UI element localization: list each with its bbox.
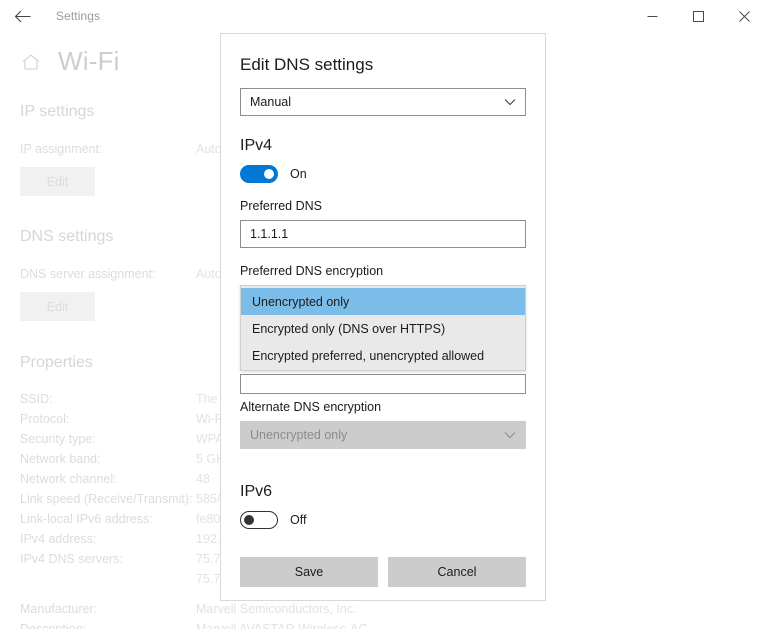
property-key: Network channel: <box>20 469 196 489</box>
ipv6-toggle-label: Off <box>290 513 306 527</box>
arrow-left-icon <box>14 10 31 23</box>
close-button[interactable] <box>721 0 767 32</box>
ipv4-toggle-row: On <box>240 165 526 183</box>
dialog-title: Edit DNS settings <box>240 55 526 75</box>
ipv6-toggle[interactable] <box>240 511 278 529</box>
title-bar: Settings <box>0 0 767 32</box>
home-icon[interactable] <box>18 49 44 75</box>
dns-server-assignment-label: DNS server assignment: <box>20 264 196 284</box>
alternate-dns-encryption-label: Alternate DNS encryption <box>240 400 526 414</box>
dropdown-option-encrypted-preferred[interactable]: Encrypted preferred, unencrypted allowed <box>241 342 525 369</box>
alternate-dns-encryption-combobox: Unencrypted only <box>240 421 526 449</box>
ipv4-toggle-label: On <box>290 167 307 181</box>
page-title: Wi-Fi <box>58 46 120 77</box>
property-row: Manufacturer: Marvell Semiconductors, In… <box>0 599 767 619</box>
property-key: Protocol: <box>20 409 196 429</box>
preferred-dns-encryption-dropdown: Unencrypted only Encrypted only (DNS ove… <box>240 285 526 388</box>
property-value: 48 <box>196 469 210 489</box>
property-value: Marvell Semiconductors, Inc. <box>196 599 356 619</box>
ip-assignment-label: IP assignment: <box>20 139 196 159</box>
dropdown-option-unencrypted-only[interactable]: Unencrypted only <box>241 288 525 315</box>
property-key: Network band: <box>20 449 196 469</box>
property-key: Security type: <box>20 429 196 449</box>
dropdown-option-encrypted-only[interactable]: Encrypted only (DNS over HTTPS) <box>241 315 525 342</box>
preferred-dns-input[interactable]: 1.1.1.1 <box>240 220 526 248</box>
dns-settings-edit-button[interactable]: Edit <box>20 292 95 321</box>
save-button[interactable]: Save <box>240 557 378 587</box>
property-value: The <box>196 389 218 409</box>
property-row: Description: Marvell AVASTAR Wireless-AC <box>0 619 767 629</box>
property-value: fe80 <box>196 509 220 529</box>
property-value: Marvell AVASTAR Wireless-AC <box>196 619 368 629</box>
preferred-dns-encryption-label: Preferred DNS encryption <box>240 264 526 278</box>
dns-mode-combobox[interactable]: Manual <box>240 88 526 116</box>
window-controls <box>629 0 767 32</box>
window-title: Settings <box>56 9 100 23</box>
ip-settings-edit-button[interactable]: Edit <box>20 167 95 196</box>
property-key: Description: <box>20 619 196 629</box>
minimize-icon <box>647 11 658 22</box>
chevron-down-icon <box>504 431 516 439</box>
toggle-knob <box>244 515 254 525</box>
preferred-dns-value: 1.1.1.1 <box>250 227 288 241</box>
property-key: Link-local IPv6 address: <box>20 509 196 529</box>
ipv6-toggle-row: Off <box>240 511 526 529</box>
ipv6-heading: IPv6 <box>240 483 526 501</box>
dns-mode-value: Manual <box>250 95 291 109</box>
property-key <box>20 569 196 589</box>
property-key: IPv4 address: <box>20 529 196 549</box>
close-icon <box>739 11 750 22</box>
preferred-dns-encryption-options-list: Unencrypted only Encrypted only (DNS ove… <box>240 285 526 371</box>
property-key: Link speed (Receive/Transmit): <box>20 489 196 509</box>
property-key: IPv4 DNS servers: <box>20 549 196 569</box>
minimize-button[interactable] <box>629 0 675 32</box>
ipv4-heading: IPv4 <box>240 137 526 155</box>
dialog-buttons: Save Cancel <box>240 557 526 587</box>
edit-dns-settings-dialog: Edit DNS settings Manual IPv4 On Preferr… <box>220 33 546 601</box>
preferred-dns-encryption-combobox[interactable] <box>240 374 526 394</box>
alternate-dns-encryption-value: Unencrypted only <box>250 428 347 442</box>
maximize-icon <box>693 11 704 22</box>
maximize-button[interactable] <box>675 0 721 32</box>
cancel-button[interactable]: Cancel <box>388 557 526 587</box>
ipv4-toggle[interactable] <box>240 165 278 183</box>
toggle-knob <box>264 169 274 179</box>
preferred-dns-label: Preferred DNS <box>240 199 526 213</box>
chevron-down-icon <box>504 98 516 106</box>
property-key: Manufacturer: <box>20 599 196 619</box>
property-key: SSID: <box>20 389 196 409</box>
back-button[interactable] <box>0 0 44 32</box>
